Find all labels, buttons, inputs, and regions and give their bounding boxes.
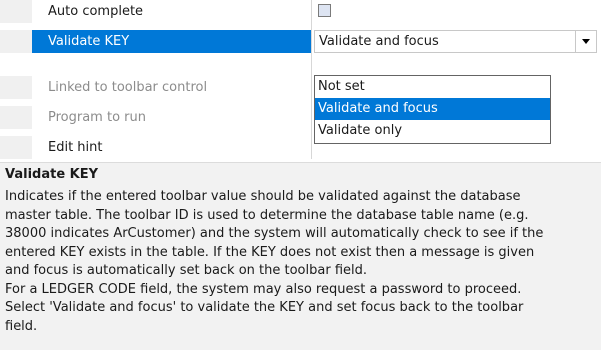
dropdown-option-not-set[interactable]: Not set <box>315 76 550 98</box>
description-title: Validate KEY <box>5 167 99 182</box>
dropdown-option-validate-and-focus[interactable]: Validate and focus <box>315 98 550 120</box>
property-row-validate-key[interactable]: Validate KEY Validate and focus <box>0 30 601 53</box>
combo-dropdown-button[interactable] <box>575 31 596 52</box>
row-gutter <box>0 136 32 159</box>
description-line: Indicates if the entered toolbar value s… <box>5 189 521 204</box>
row-gutter <box>0 30 32 53</box>
dropdown-option-validate-only[interactable]: Validate only <box>315 120 550 142</box>
description-line: For a LEDGER CODE field, the system may … <box>5 281 522 297</box>
description-body: Indicates if the entered toolbar value s… <box>5 188 597 336</box>
chevron-down-icon <box>582 39 590 44</box>
property-label: Auto complete <box>48 4 144 19</box>
description-line: and focus is automatically set back on t… <box>5 263 368 278</box>
row-gutter <box>0 76 32 99</box>
property-row-auto-complete[interactable]: Auto complete <box>0 0 601 23</box>
property-label: Validate KEY <box>48 34 130 49</box>
description-panel: Validate KEY Indicates if the entered to… <box>0 162 601 350</box>
combo-value: Validate and focus <box>319 34 439 49</box>
row-gutter <box>0 106 32 129</box>
validate-key-combo[interactable]: Validate and focus <box>314 30 597 53</box>
property-label: Program to run <box>48 110 146 125</box>
description-line: field. <box>5 318 38 334</box>
description-line: master table. The toolbar ID is used to … <box>5 207 529 223</box>
validate-key-dropdown-list[interactable]: Not set Validate and focus Validate only <box>314 75 551 144</box>
row-gutter <box>0 0 32 23</box>
description-line: entered KEY exists in the table. If the … <box>5 244 535 260</box>
description-line: Select 'Validate and focus' to validate … <box>5 300 524 315</box>
property-label: Edit hint <box>48 140 103 155</box>
description-line: 38000 indicates ArCustomer) and the syst… <box>5 226 544 241</box>
auto-complete-checkbox[interactable] <box>318 4 331 17</box>
column-divider <box>311 0 312 159</box>
property-label: Linked to toolbar control <box>48 80 208 95</box>
